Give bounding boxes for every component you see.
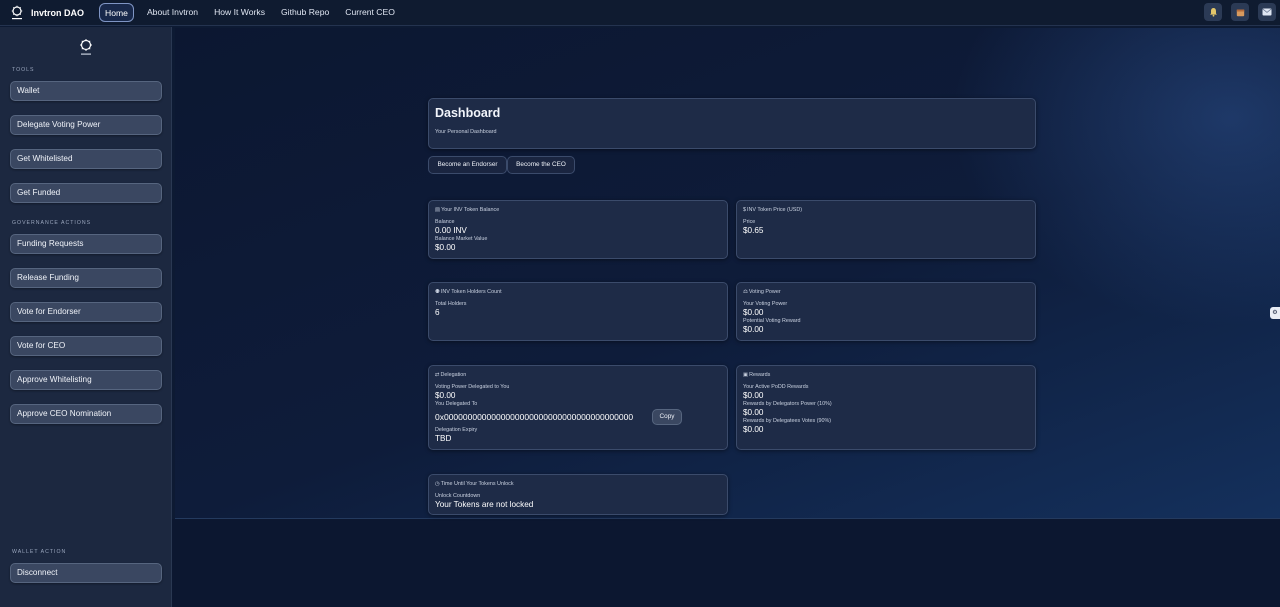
balance-label: Balance (435, 219, 455, 225)
become-endorser-button[interactable]: Become an Endorser (428, 156, 507, 174)
voting-power-label: Your Voting Power (743, 301, 788, 307)
tools-section-title: TOOLS (12, 67, 35, 73)
rewards-card: ▣ Rewards Your Active PoDD Rewards $0.00… (736, 365, 1036, 450)
active-rewards-label: Your Active PoDD Rewards (743, 384, 809, 390)
brand[interactable]: Invtron DAO (10, 5, 92, 21)
voting-power-value: $0.00 (743, 308, 764, 317)
rewards-card-title: Rewards (749, 372, 771, 378)
page-title: Dashboard (435, 106, 501, 120)
voting-power-card-header: ⚖ Voting Power (743, 289, 781, 295)
calendar-icon[interactable] (1231, 3, 1249, 21)
side-panel-toggle-icon[interactable]: ⚙ (1270, 307, 1280, 319)
active-rewards-value: $0.00 (743, 391, 764, 400)
sidebar: TOOLS Wallet Delegate Voting Power Get W… (0, 27, 172, 607)
nav-current-ceo[interactable]: Current CEO (337, 3, 403, 22)
delegate-address: 0x00000000000000000000000000000000000000… (435, 412, 634, 422)
potential-reward-value: $0.00 (743, 325, 764, 334)
market-value-label: Balance Market Value (435, 236, 488, 242)
voting-power-card-title: Voting Power (748, 289, 781, 295)
clock-icon: ◷ (435, 481, 440, 487)
sidebar-delegate-voting-power-button[interactable]: Delegate Voting Power (10, 115, 162, 135)
unlock-countdown-label: Unlock Countdown (435, 493, 481, 499)
token-price-card-title: INV Token Price (USD) (747, 207, 803, 213)
delegators-rewards-value: $0.00 (743, 408, 764, 417)
token-balance-card-title: Your INV Token Balance (441, 207, 500, 213)
delegatees-rewards-value: $0.00 (743, 425, 764, 434)
bell-icon[interactable] (1204, 3, 1222, 21)
governance-section-title: GOVERNANCE ACTIONS (12, 220, 92, 226)
brand-name: Invtron DAO (31, 7, 84, 18)
nav-how-it-works[interactable]: How It Works (206, 3, 273, 22)
delegation-card-header: ⇄ Delegation (435, 372, 466, 378)
swap-icon: ⇄ (435, 372, 440, 378)
page-subtitle: Your Personal Dashboard (435, 129, 497, 135)
main-nav: Home About Invtron How It Works Github R… (99, 3, 403, 22)
price-label: Price (743, 219, 756, 225)
delegation-card-title: Delegation (440, 372, 467, 378)
gift-icon: ▣ (743, 372, 749, 378)
delegated-to-you-label: Voting Power Delegated to You (435, 384, 510, 390)
total-holders-value: 6 (435, 308, 440, 317)
token-price-card-header: $ INV Token Price (USD) (743, 207, 802, 213)
copy-address-button[interactable]: Copy (652, 409, 682, 425)
sidebar-get-whitelisted-button[interactable]: Get Whitelisted (10, 149, 162, 169)
dashboard-header-card: Dashboard Your Personal Dashboard (428, 98, 1036, 149)
wallet-icon: ▤ (435, 207, 441, 213)
token-holders-card-header: ⚉ INV Token Holders Count (435, 289, 502, 295)
total-holders-label: Total Holders (435, 301, 467, 307)
nav-home[interactable]: Home (99, 3, 134, 22)
delegation-expiry-label: Delegation Expiry (435, 427, 478, 433)
sidebar-funding-requests-button[interactable]: Funding Requests (10, 234, 162, 254)
token-unlock-card: ◷ Time Until Your Tokens Unlock Unlock C… (428, 474, 728, 515)
sidebar-logo-icon (78, 38, 94, 56)
delegators-rewards-label: Rewards by Delegators Power (10%) (743, 401, 832, 407)
token-balance-card: ▤ Your INV Token Balance Balance 0.00 IN… (428, 200, 728, 259)
disconnect-button[interactable]: Disconnect (10, 563, 162, 583)
dollar-icon: $ (743, 207, 746, 213)
mail-icon[interactable] (1258, 3, 1276, 21)
sidebar-vote-endorser-button[interactable]: Vote for Endorser (10, 302, 162, 322)
delegated-to-you-value: $0.00 (435, 391, 456, 400)
token-holders-card-title: INV Token Holders Count (440, 289, 502, 295)
sidebar-release-funding-button[interactable]: Release Funding (10, 268, 162, 288)
delegatees-rewards-label: Rewards by Delegatees Votes (90%) (743, 418, 832, 424)
wallet-action-section-title: WALLET ACTION (12, 549, 67, 555)
sidebar-vote-ceo-button[interactable]: Vote for CEO (10, 336, 162, 356)
invtron-logo-icon (10, 5, 24, 21)
main-content-footer-area (172, 519, 1280, 607)
delegation-card: ⇄ Delegation Voting Power Delegated to Y… (428, 365, 728, 450)
nav-github-repo[interactable]: Github Repo (273, 3, 337, 22)
top-icon-group (1195, 3, 1276, 21)
you-delegated-to-label: You Delegated To (435, 401, 478, 407)
voting-power-card: ⚖ Voting Power Your Voting Power $0.00 P… (736, 282, 1036, 341)
sidebar-get-funded-button[interactable]: Get Funded (10, 183, 162, 203)
token-price-card: $ INV Token Price (USD) Price $0.65 (736, 200, 1036, 259)
delegation-expiry-value: TBD (435, 434, 452, 443)
balance-value: 0.00 INV (435, 226, 467, 235)
vote-icon: ⚖ (743, 289, 748, 295)
token-holders-card: ⚉ INV Token Holders Count Total Holders … (428, 282, 728, 341)
market-value: $0.00 (435, 243, 456, 252)
top-navbar: Invtron DAO Home About Invtron How It Wo… (0, 0, 1280, 26)
potential-reward-label: Potential Voting Reward (743, 318, 801, 324)
become-ceo-button[interactable]: Become the CEO (507, 156, 575, 174)
users-icon: ⚉ (435, 289, 440, 295)
token-balance-card-header: ▤ Your INV Token Balance (435, 207, 499, 213)
price-value: $0.65 (743, 226, 764, 235)
sidebar-approve-ceo-nomination-button[interactable]: Approve CEO Nomination (10, 404, 162, 424)
token-unlock-card-header: ◷ Time Until Your Tokens Unlock (435, 481, 514, 487)
sidebar-wallet-button[interactable]: Wallet (10, 81, 162, 101)
sidebar-approve-whitelisting-button[interactable]: Approve Whitelisting (10, 370, 162, 390)
nav-about[interactable]: About Invtron (139, 3, 206, 22)
unlock-countdown-value: Your Tokens are not locked (435, 500, 534, 509)
token-unlock-card-title: Time Until Your Tokens Unlock (440, 481, 514, 487)
rewards-card-header: ▣ Rewards (743, 372, 770, 378)
